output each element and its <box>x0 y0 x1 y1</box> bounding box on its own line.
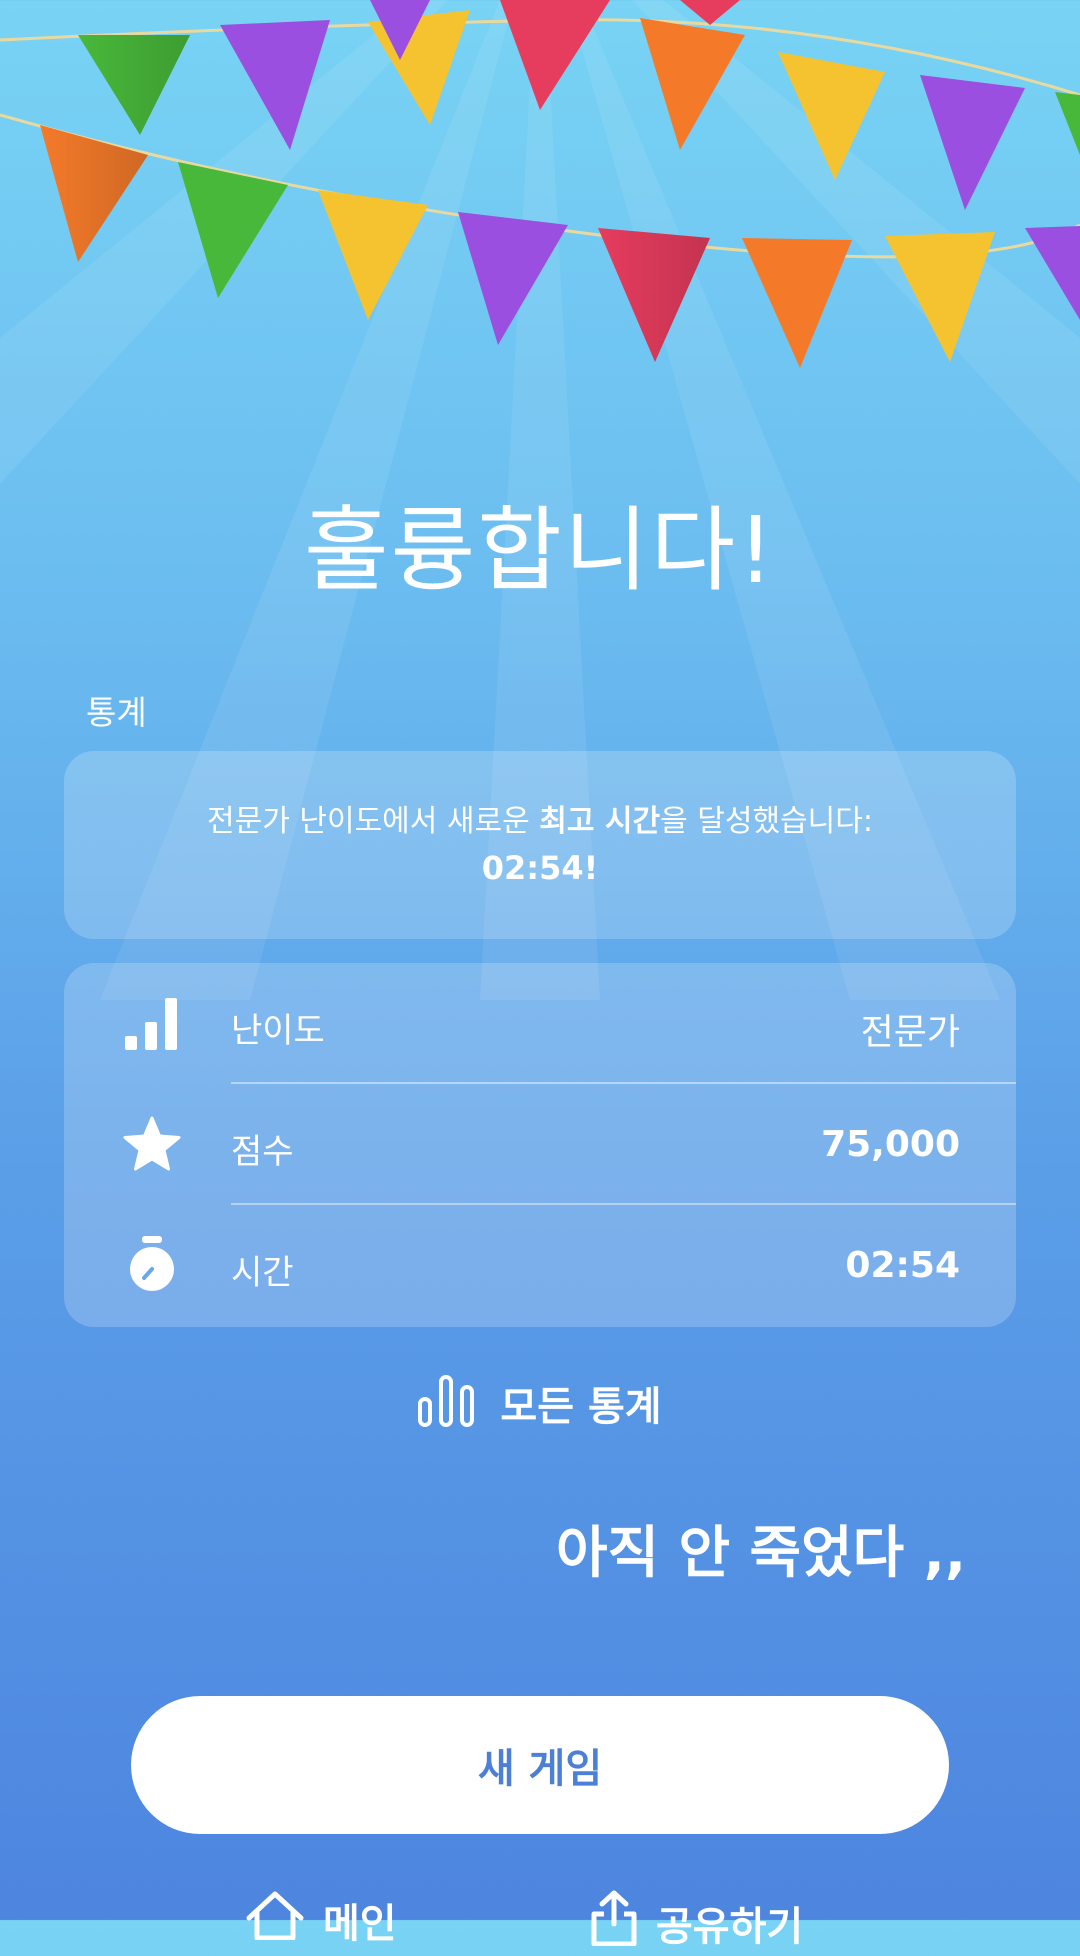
stats-card: 난이도 전문가 점수 75,000 시간 02:54 <box>64 963 1016 1327</box>
star-icon <box>122 1114 182 1174</box>
share-icon <box>590 1890 638 1956</box>
bottom-links: 메인 공유하기 <box>0 1890 1080 1950</box>
signal-bars-icon <box>122 993 182 1053</box>
new-game-button[interactable]: 새 게임 <box>131 1696 949 1834</box>
best-time-highlight: 최고 시간 <box>539 803 661 839</box>
bunting-lower-row <box>40 125 1080 368</box>
stat-value-score: 75,000 <box>821 1124 960 1165</box>
home-icon <box>245 1890 305 1950</box>
stat-label-difficulty: 난이도 <box>231 1011 325 1051</box>
best-time-value: 02:54! <box>481 848 599 887</box>
page-title: 훌륭합니다! <box>303 497 777 604</box>
stat-row-difficulty: 난이도 전문가 <box>64 963 1016 1083</box>
stat-value-difficulty: 전문가 <box>860 1012 960 1053</box>
all-stats-link[interactable]: 모든 통계 <box>0 1374 1080 1432</box>
stat-row-score: 점수 75,000 <box>64 1084 1016 1204</box>
bunting-flags <box>0 0 1080 368</box>
main-label: 메인 <box>323 1901 397 1947</box>
stat-value-time: 02:54 <box>845 1245 960 1286</box>
best-time-suffix: 을 달성했습니다: <box>660 803 873 839</box>
stats-section-label: 통계 <box>86 693 147 732</box>
share-button[interactable]: 공유하기 <box>590 1890 803 1956</box>
best-time-message: 전문가 난이도에서 새로운 최고 시간을 달성했습니다: <box>207 799 873 844</box>
best-time-card: 전문가 난이도에서 새로운 최고 시간을 달성했습니다: 02:54! <box>64 751 1016 939</box>
share-label: 공유하기 <box>656 1904 804 1950</box>
overlay-caption: 아직 안 죽었다 ,, <box>556 1521 967 1586</box>
best-time-prefix: 전문가 난이도에서 새로운 <box>207 803 540 839</box>
bar-chart-icon <box>418 1375 475 1431</box>
stat-label-score: 점수 <box>231 1132 294 1172</box>
stat-label-time: 시간 <box>231 1253 294 1293</box>
stat-row-time: 시간 02:54 <box>64 1205 1016 1325</box>
stopwatch-icon <box>122 1235 182 1295</box>
main-button[interactable]: 메인 <box>245 1890 397 1950</box>
all-stats-label: 모든 통계 <box>500 1384 662 1430</box>
